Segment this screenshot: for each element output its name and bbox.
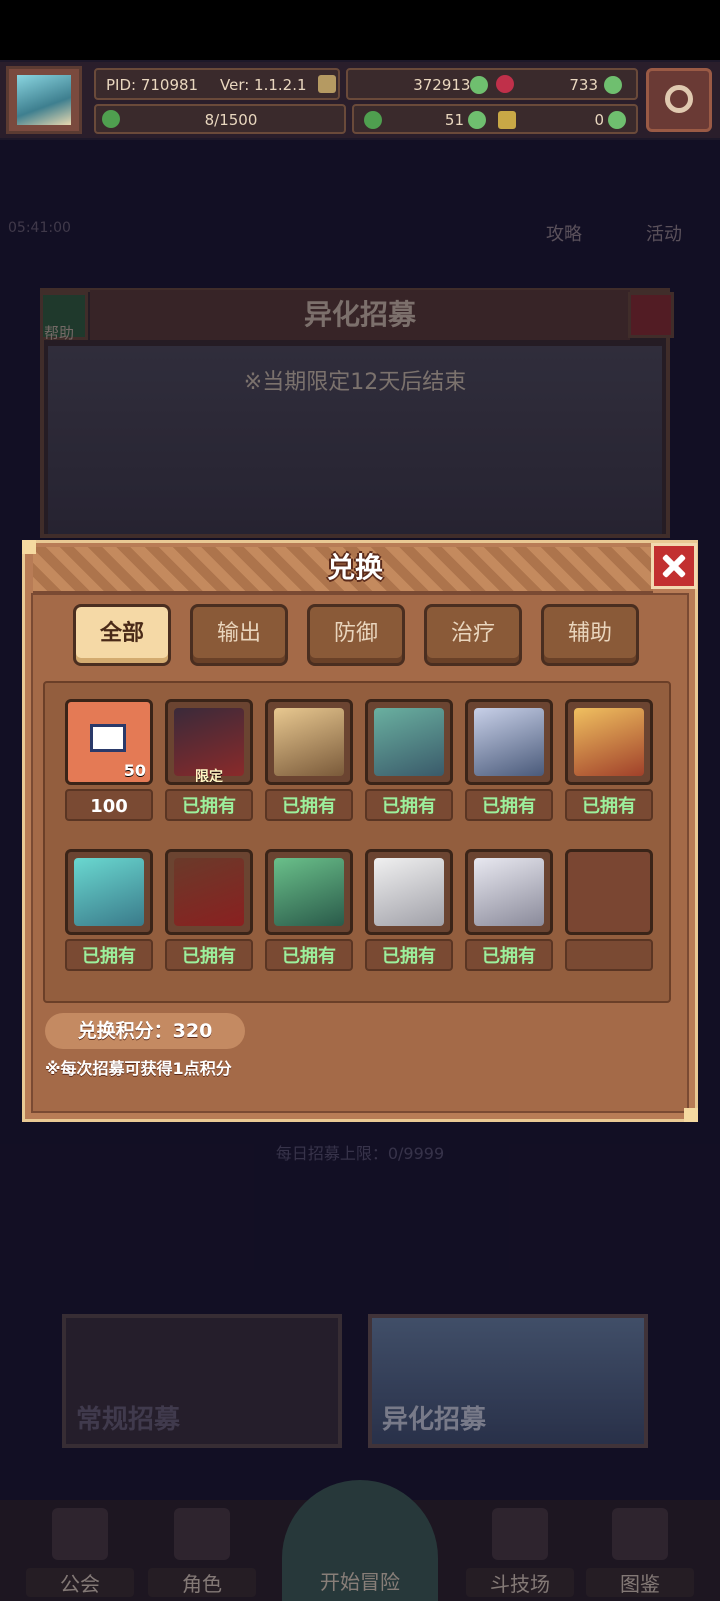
system-status-strip	[0, 0, 720, 60]
character-slot[interactable]	[265, 849, 353, 935]
owned-label: 已拥有	[265, 789, 353, 821]
character-portrait	[374, 858, 444, 926]
settings-button[interactable]	[646, 68, 712, 132]
owned-label: 已拥有	[465, 939, 553, 971]
character-slot[interactable]	[165, 849, 253, 935]
character-slot[interactable]	[65, 849, 153, 935]
gem-amount: 733	[569, 76, 598, 94]
item-cost: 100	[65, 789, 153, 821]
character-portrait	[374, 708, 444, 776]
key-icon	[498, 111, 516, 129]
clover-token-icon	[364, 111, 382, 129]
id-version-row: PID: 710981 Ver: 1.1.2.1	[94, 68, 340, 100]
currency-row-1: 3729139 733	[346, 68, 638, 100]
gem-plus-icon[interactable]	[604, 76, 622, 94]
tab-all[interactable]: 全部	[73, 604, 171, 666]
owned-label: 已拥有	[265, 939, 353, 971]
gem-icon	[496, 75, 514, 93]
owned-label: 已拥有	[65, 939, 153, 971]
clover-icon	[102, 110, 120, 128]
character-portrait	[274, 708, 344, 776]
character-slot[interactable]	[265, 699, 353, 785]
owned-label: 已拥有	[165, 789, 253, 821]
tab-healing[interactable]: 治疗	[424, 604, 522, 666]
empty-slot	[565, 849, 653, 935]
character-portrait	[174, 858, 244, 926]
category-tabs: 全部 输出 防御 治疗 辅助	[73, 604, 693, 670]
gold-amount: 3729139	[413, 76, 480, 94]
ticket-icon	[90, 724, 126, 752]
empty-label	[565, 939, 653, 971]
tab-damage[interactable]: 输出	[190, 604, 288, 666]
badge-icon	[318, 75, 336, 93]
avatar-portrait	[17, 75, 71, 125]
corner-ornament	[22, 540, 36, 554]
currency-row-2: 51 0	[352, 104, 638, 134]
gear-icon	[665, 85, 693, 113]
item-plus-icon[interactable]	[608, 111, 626, 129]
character-portrait	[74, 858, 144, 926]
character-portrait	[474, 708, 544, 776]
character-portrait	[574, 708, 644, 776]
owned-label: 已拥有	[565, 789, 653, 821]
version-label: Ver: 1.1.2.1	[220, 76, 307, 94]
character-slot[interactable]	[465, 849, 553, 935]
owned-label: 已拥有	[365, 789, 453, 821]
exchange-modal: 兑换 全部 输出 防御 治疗 辅助 50 100 限定 已拥有 已拥有 已拥有	[22, 540, 698, 1122]
exchange-item-grid: 50 100 限定 已拥有 已拥有 已拥有 已拥有 已拥有 已拥有 已拥有 已拥…	[43, 681, 671, 1003]
exchange-token-slot[interactable]: 50	[65, 699, 153, 785]
character-slot[interactable]	[465, 699, 553, 785]
tab-defense[interactable]: 防御	[307, 604, 405, 666]
tab-support[interactable]: 辅助	[541, 604, 639, 666]
character-portrait	[474, 858, 544, 926]
character-slot[interactable]	[365, 699, 453, 785]
modal-title: 兑换	[326, 551, 383, 584]
owned-label: 已拥有	[465, 789, 553, 821]
character-slot[interactable]	[365, 849, 453, 935]
exchange-points: 兑换积分：320	[45, 1013, 245, 1049]
player-id: PID: 710981	[106, 76, 199, 94]
character-slot[interactable]	[565, 699, 653, 785]
stamina-progress: 8/1500	[204, 111, 258, 129]
gold-plus-icon[interactable]	[470, 76, 488, 94]
item-amount: 0	[594, 111, 604, 129]
points-note: ※每次招募可获得1点积分	[45, 1059, 232, 1078]
modal-close-button[interactable]	[651, 543, 697, 589]
owned-label: 已拥有	[165, 939, 253, 971]
token-badge: 50	[123, 761, 146, 780]
clover-plus-icon[interactable]	[468, 111, 486, 129]
corner-ornament	[684, 1108, 698, 1122]
limited-tag: 限定	[195, 769, 223, 785]
character-portrait	[274, 858, 344, 926]
owned-label: 已拥有	[365, 939, 453, 971]
progress-row: 8/1500	[94, 104, 346, 134]
character-slot[interactable]: 限定	[165, 699, 253, 785]
clover-amount: 51	[444, 111, 464, 129]
player-avatar[interactable]	[6, 66, 82, 134]
